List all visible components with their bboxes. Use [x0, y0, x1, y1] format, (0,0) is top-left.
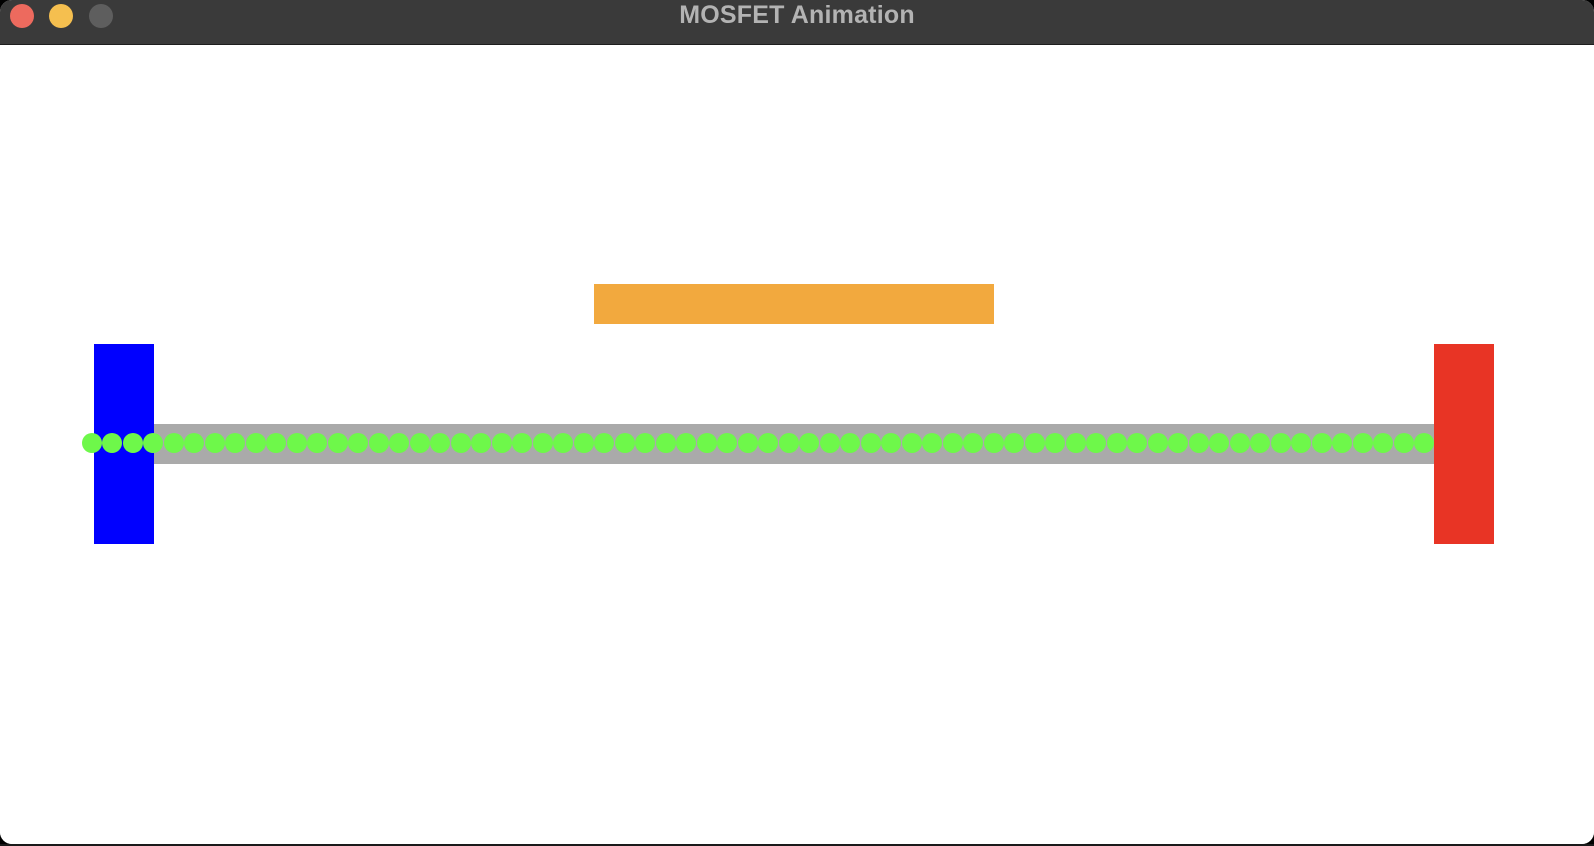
- electron-dot: [1188, 433, 1209, 453]
- electron-dot: [327, 433, 348, 453]
- electron-dot: [266, 433, 287, 453]
- electron-dot: [245, 433, 266, 453]
- electron-dot: [840, 433, 861, 453]
- electron-stream: [82, 433, 1434, 453]
- electron-dot: [1332, 433, 1353, 453]
- gate-electrode: [594, 284, 994, 324]
- electron-dot: [1045, 433, 1066, 453]
- electron-dot: [1086, 433, 1107, 453]
- electron-dot: [737, 433, 758, 453]
- electron-dot: [512, 433, 533, 453]
- electron-dot: [163, 433, 184, 453]
- electron-dot: [204, 433, 225, 453]
- electron-dot: [1373, 433, 1393, 453]
- electron-dot: [635, 433, 656, 453]
- electron-dot: [1311, 433, 1332, 453]
- electron-dot: [450, 433, 471, 453]
- electron-dot: [1229, 433, 1250, 453]
- electron-dot: [594, 433, 615, 453]
- electron-dot: [102, 433, 123, 453]
- electron-dot: [82, 433, 102, 453]
- electron-dot: [1209, 433, 1230, 453]
- electron-dot: [1352, 433, 1373, 453]
- electron-dot: [1147, 433, 1168, 453]
- electron-dot: [901, 433, 922, 453]
- animation-canvas: [0, 45, 1594, 844]
- electron-dot: [655, 433, 676, 453]
- electron-dot: [1291, 433, 1312, 453]
- title-bar[interactable]: MOSFET Animation: [0, 0, 1594, 45]
- window-title: MOSFET Animation: [679, 1, 915, 29]
- electron-dot: [1393, 433, 1414, 453]
- electron-dot: [922, 433, 943, 453]
- electron-dot: [553, 433, 574, 453]
- electron-dot: [143, 433, 164, 453]
- electron-dot: [368, 433, 389, 453]
- electron-dot: [1024, 433, 1045, 453]
- electron-dot: [676, 433, 697, 453]
- drain-terminal: [1434, 344, 1494, 544]
- electron-dot: [778, 433, 799, 453]
- electron-dot: [942, 433, 963, 453]
- electron-dot: [1168, 433, 1189, 453]
- electron-dot: [1004, 433, 1025, 453]
- app-window: MOSFET Animation: [0, 0, 1594, 844]
- electron-dot: [307, 433, 328, 453]
- electron-dot: [389, 433, 410, 453]
- electron-dot: [286, 433, 307, 453]
- electron-dot: [471, 433, 492, 453]
- electron-dot: [963, 433, 984, 453]
- electron-dot: [1065, 433, 1086, 453]
- electron-dot: [225, 433, 246, 453]
- electron-dot: [614, 433, 635, 453]
- electron-dot: [348, 433, 369, 453]
- electron-dot: [430, 433, 451, 453]
- electron-dot: [983, 433, 1004, 453]
- electron-dot: [799, 433, 820, 453]
- electron-dot: [1414, 433, 1434, 453]
- electron-dot: [758, 433, 779, 453]
- electron-dot: [881, 433, 902, 453]
- electron-dot: [491, 433, 512, 453]
- electron-dot: [819, 433, 840, 453]
- electron-dot: [409, 433, 430, 453]
- electron-dot: [532, 433, 553, 453]
- electron-dot: [1250, 433, 1271, 453]
- electron-dot: [860, 433, 881, 453]
- electron-dot: [696, 433, 717, 453]
- electron-dot: [1106, 433, 1127, 453]
- electron-dot: [1270, 433, 1291, 453]
- electron-dot: [122, 433, 143, 453]
- electron-dot: [573, 433, 594, 453]
- electron-dot: [717, 433, 738, 453]
- electron-dot: [1127, 433, 1148, 453]
- electron-dot: [184, 433, 205, 453]
